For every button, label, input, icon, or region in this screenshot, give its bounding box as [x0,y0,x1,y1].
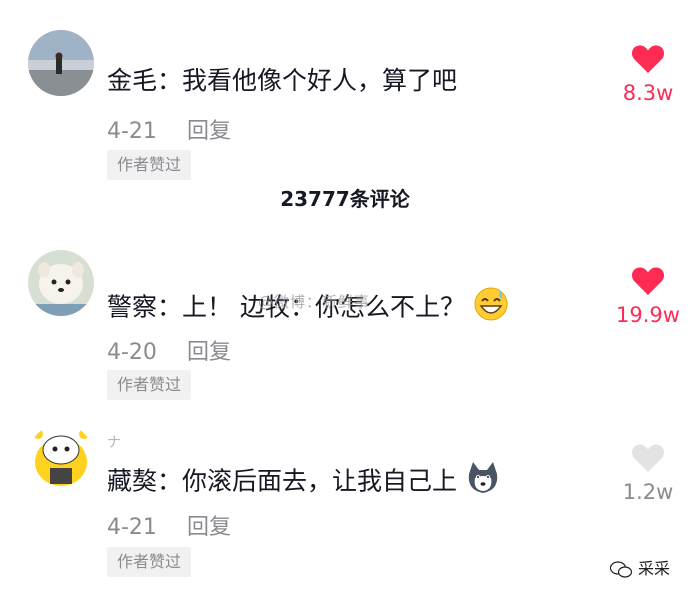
author-liked-badge: 作者赞过 [107,150,192,180]
like-button[interactable]: 19.9w [603,266,690,328]
reply-button[interactable]: 回复 [187,515,231,540]
heart-outline-icon [631,444,665,472]
reply-button[interactable]: 回复 [187,340,231,365]
chat-bubble-icon [609,560,633,578]
comment-meta: 4-20 回复 [107,334,231,366]
corner-watermark-text: 采采 [637,559,670,578]
comment-date: 4-20 [107,340,157,365]
sweat-smile-emoji-icon [473,286,509,331]
avatar[interactable] [28,250,94,316]
like-count: 1.2w [622,480,674,504]
author-liked-badge: 作者赞过 [107,547,192,577]
comment-meta: 4-21 回复 [107,113,231,145]
reply-button[interactable]: 回复 [187,119,231,144]
comment-text-content: 藏獒：你滚后面去，让我自己上 [107,466,458,496]
comment-total-count: 23777条评论 [280,187,410,211]
like-button[interactable]: 1.2w [603,443,690,505]
corner-watermark: 采采 [609,555,670,579]
like-count: 8.3w [622,81,674,105]
heart-icon [631,267,665,295]
decorative-mark: ナ [107,435,121,451]
comment-date: 4-21 [107,119,157,144]
heart-icon [631,45,665,73]
avatar[interactable] [28,30,94,96]
comment-date: 4-21 [107,515,157,540]
watermark-text: @微博：新鲜事 [258,293,371,311]
husky-face-emoji-icon [465,460,501,505]
author-liked-badge: 作者赞过 [107,370,192,400]
comment-text: 金毛：我看他像个好人，算了吧 [107,66,458,95]
like-button[interactable]: 8.3w [603,44,690,106]
comment-meta: 4-21 回复 [107,509,231,541]
comment-text: 藏獒：你滚后面去，让我自己上 [107,460,501,505]
avatar[interactable] [28,424,94,490]
like-count: 19.9w [616,303,680,327]
